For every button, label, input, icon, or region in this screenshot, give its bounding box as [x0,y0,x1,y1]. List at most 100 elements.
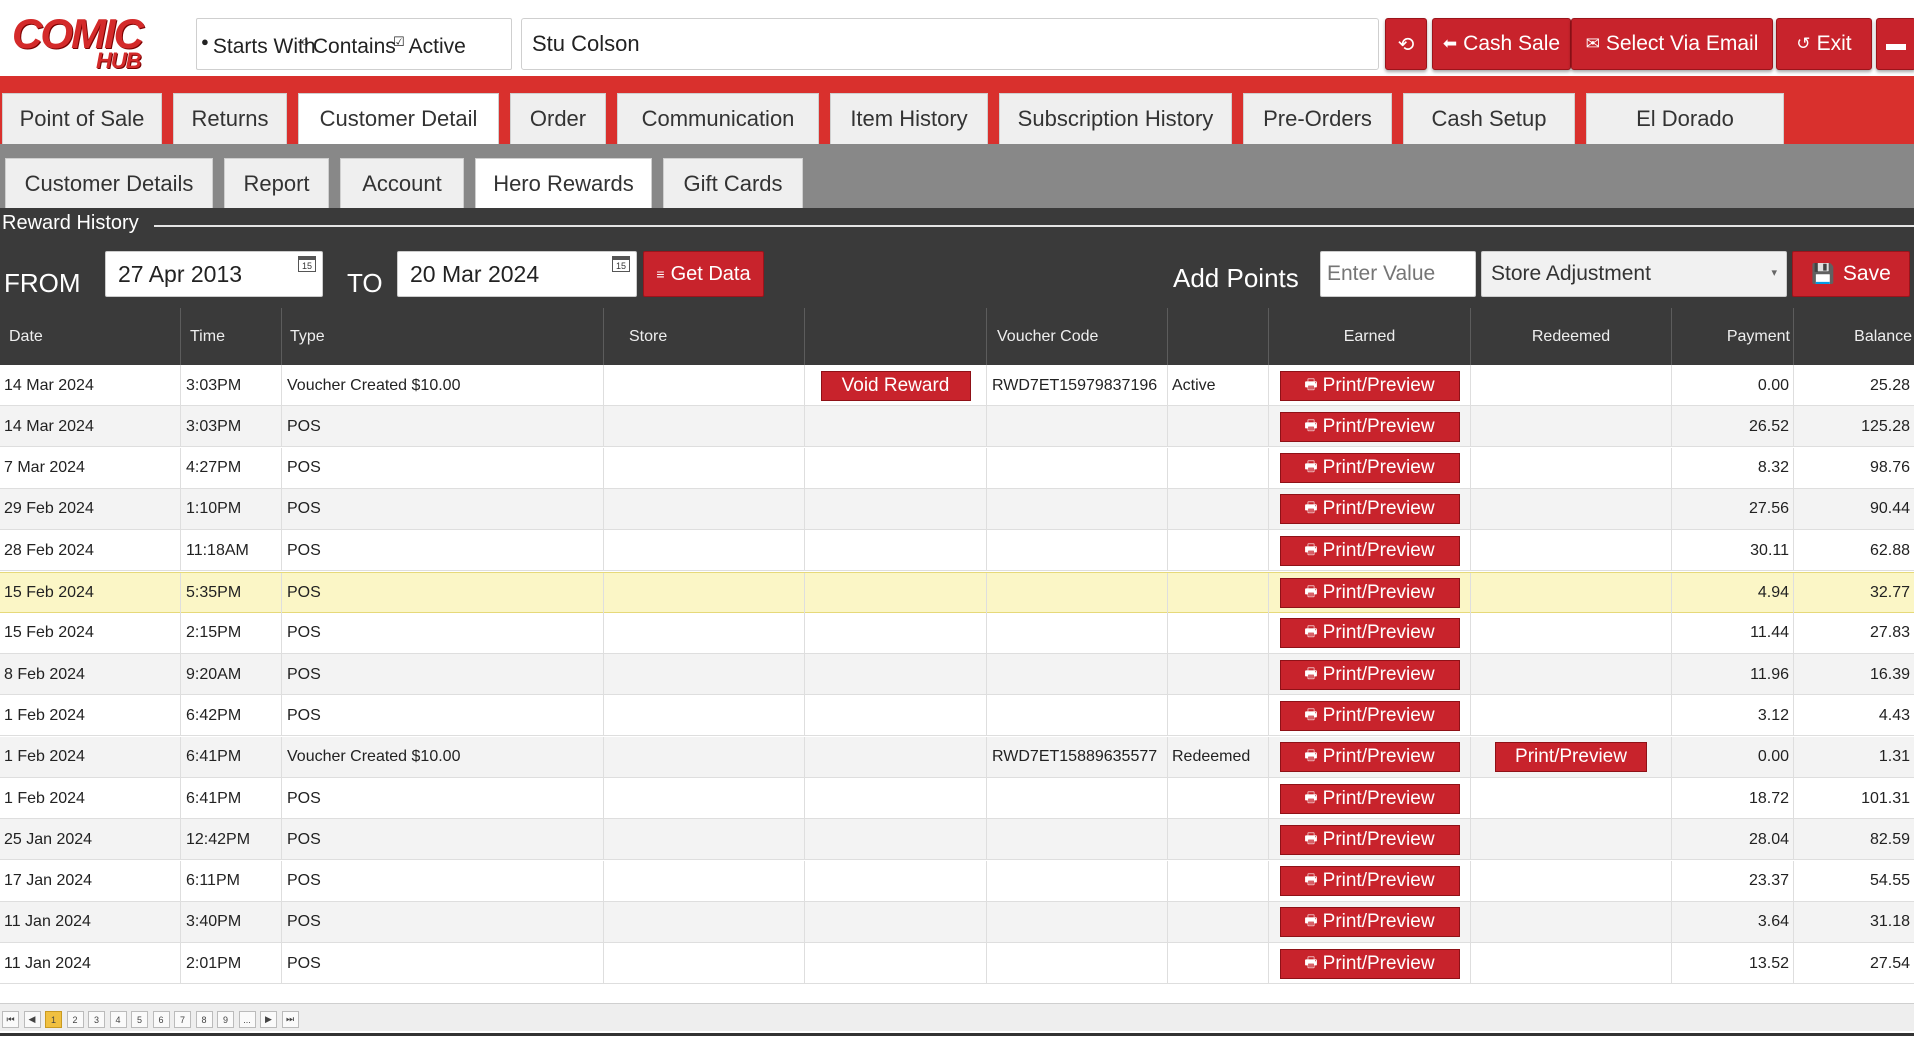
table-row[interactable]: 17 Jan 2024 6:11PM POS 🖶 Print/Preview 23.37 5… [0,860,1914,902]
page-button[interactable]: 6 [152,1011,170,1028]
subtab-report[interactable]: Report [224,158,329,208]
starts-with-radio[interactable]: ● Starts With [201,35,316,59]
print-preview-button[interactable]: 🖶 Print/Preview [1279,783,1460,814]
active-checkbox[interactable]: ☑ Active [393,35,466,59]
subtab-account[interactable]: Account [340,158,464,208]
cell-status [1168,488,1269,530]
tab-el-dorado[interactable]: El Dorado [1586,93,1784,144]
tab-subscription-history[interactable]: Subscription History [999,93,1232,144]
column-header-balance[interactable]: Balance [1794,308,1914,365]
tab-item-history[interactable]: Item History [830,93,988,144]
print-preview-button[interactable]: 🖶 Print/Preview [1279,700,1460,731]
cell-balance: 62.88 [1869,541,1910,559]
page-button[interactable]: 1 [45,1011,62,1028]
table-row[interactable]: 11 Jan 2024 3:40PM POS 🖶 Print/Preview 3.64 31… [0,901,1914,943]
column-header-date[interactable]: Date [0,308,181,365]
print-preview-button[interactable]: 🖶 Print/Preview [1279,907,1460,938]
print-preview-button[interactable]: 🖶 Print/Preview [1279,824,1460,855]
checkbox-checked-icon: ☑ [393,34,405,49]
cell-voucher [987,943,1168,985]
cash-sale-button[interactable]: ⬅ Cash Sale [1432,18,1571,70]
cell-type: POS [282,860,604,902]
print-preview-button[interactable]: 🖶 Print/Preview [1279,535,1460,566]
from-date-input[interactable]: 27 Apr 2013 15 [105,251,323,297]
customer-search-input[interactable] [521,18,1379,70]
page-button[interactable]: 4 [109,1011,127,1028]
print-preview-button[interactable]: 🖶 Print/Preview [1279,453,1460,484]
page-button[interactable]: 9 [217,1011,234,1028]
subtab-gift-cards[interactable]: Gift Cards [663,158,803,208]
table-row[interactable]: 29 Feb 2024 1:10PM POS 🖶 Print/Preview 27.56 9… [0,488,1914,530]
table-row[interactable]: 11 Jan 2024 2:01PM POS 🖶 Print/Preview 13.52 2… [0,943,1914,985]
tab-returns[interactable]: Returns [173,93,287,144]
refresh-button[interactable]: ⟲ [1385,18,1427,70]
print-preview-button[interactable]: 🖶 Print/Preview [1279,370,1460,401]
next-page-button[interactable]: ▶ [260,1011,277,1028]
page-button[interactable]: 2 [66,1011,84,1028]
column-header-redeemed[interactable]: Redeemed [1471,308,1672,365]
previous-page-button[interactable]: ◀ [23,1011,41,1028]
tab-point-of-sale[interactable]: Point of Sale [2,93,162,144]
column-header-time[interactable]: Time [181,308,282,365]
print-preview-button[interactable]: 🖶 Print/Preview [1279,618,1460,649]
cell-void [805,819,987,861]
cell-redeemed [1471,488,1672,530]
print-preview-button[interactable]: 🖶 Print/Preview [1279,659,1460,690]
cell-void: Void Reward [805,365,987,406]
page-button[interactable]: 5 [131,1011,148,1028]
column-header-voucher-code[interactable]: Voucher Code [987,308,1168,365]
print-preview-button[interactable]: 🖶 Print/Preview [1279,866,1460,897]
column-header-earned[interactable]: Earned [1269,308,1471,365]
print-preview-button[interactable]: 🖶 Print/Preview [1279,948,1460,979]
redeemed-print-preview-button[interactable]: Print/Preview [1495,742,1647,773]
print-preview-button[interactable]: 🖶 Print/Preview [1279,578,1460,608]
tab-communication[interactable]: Communication [617,93,819,144]
print-preview-button[interactable]: 🖶 Print/Preview [1279,742,1460,773]
page-button[interactable]: 3 [88,1011,105,1028]
void-reward-button[interactable]: Void Reward [820,370,971,401]
get-data-button[interactable]: ≡ Get Data [643,251,764,297]
table-row[interactable]: 15 Feb 2024 5:35PM POS 🖶 Print/Preview 4.94 32… [0,571,1914,614]
page-button[interactable]: 8 [195,1011,213,1028]
calendar-icon[interactable]: 15 [612,256,630,272]
exit-button[interactable]: ↺ Exit [1776,18,1872,70]
tab-customer-detail[interactable]: Customer Detail [298,93,499,144]
tab-order[interactable]: Order [510,93,606,144]
print-preview-button[interactable]: 🖶 Print/Preview [1279,411,1460,442]
add-points-value-input[interactable] [1320,251,1476,297]
cell-store [604,572,805,614]
page-button[interactable]: ... [238,1011,256,1028]
tab-cash-setup[interactable]: Cash Setup [1403,93,1575,144]
cell-redeemed [1471,406,1672,448]
table-row[interactable]: 25 Jan 2024 12:42PM POS 🖶 Print/Preview 28.04… [0,819,1914,861]
table-row[interactable]: 14 Mar 2024 3:03PM Voucher Created $10.00 V… [0,365,1914,406]
table-row[interactable]: 15 Feb 2024 2:15PM POS 🖶 Print/Preview 11.44 2… [0,612,1914,654]
cell-earned: 🖶 Print/Preview [1269,530,1471,572]
print-preview-button[interactable]: 🖶 Print/Preview [1279,494,1460,525]
first-page-button[interactable]: ⏮ [2,1011,19,1028]
column-header-store[interactable]: Store [604,308,805,365]
table-row[interactable]: 1 Feb 2024 6:41PM POS 🖶 Print/Preview 18.72 10… [0,778,1914,819]
cell-earned: 🖶 Print/Preview [1269,572,1471,614]
table-row[interactable]: 1 Feb 2024 6:42PM POS 🖶 Print/Preview 3.12 4.4… [0,695,1914,737]
to-date-input[interactable]: 20 Mar 2024 15 [397,251,637,297]
last-page-button[interactable]: ⏭ [281,1011,299,1028]
menu-button[interactable]: ▬ [1876,18,1914,70]
table-row[interactable]: 8 Feb 2024 9:20AM POS 🖶 Print/Preview 11.96 16… [0,654,1914,696]
save-button[interactable]: 💾 Save [1792,251,1910,297]
adjustment-type-select[interactable]: Store Adjustment ▾ [1481,251,1787,297]
table-row[interactable]: 14 Mar 2024 3:03PM POS 🖶 Print/Preview 26.52 1… [0,406,1914,448]
contains-radio[interactable]: ○ Contains [301,35,396,59]
subtab-customer-details[interactable]: Customer Details [5,158,213,208]
table-row[interactable]: 1 Feb 2024 6:41PM Voucher Created $10.00 RW… [0,736,1914,778]
column-header-payment[interactable]: Payment [1672,308,1794,365]
printer-icon: 🖶 [1304,375,1318,392]
tab-pre-orders[interactable]: Pre-Orders [1243,93,1392,144]
column-header-type[interactable]: Type [282,308,604,365]
select-via-email-button[interactable]: ✉ Select Via Email [1571,18,1773,70]
table-row[interactable]: 7 Mar 2024 4:27PM POS 🖶 Print/Preview 8.32 98.… [0,447,1914,489]
page-button[interactable]: 7 [174,1011,191,1028]
calendar-icon[interactable]: 15 [298,256,316,272]
subtab-hero-rewards[interactable]: Hero Rewards [475,158,652,208]
table-row[interactable]: 28 Feb 2024 11:18AM POS 🖶 Print/Preview 30.11… [0,530,1914,572]
